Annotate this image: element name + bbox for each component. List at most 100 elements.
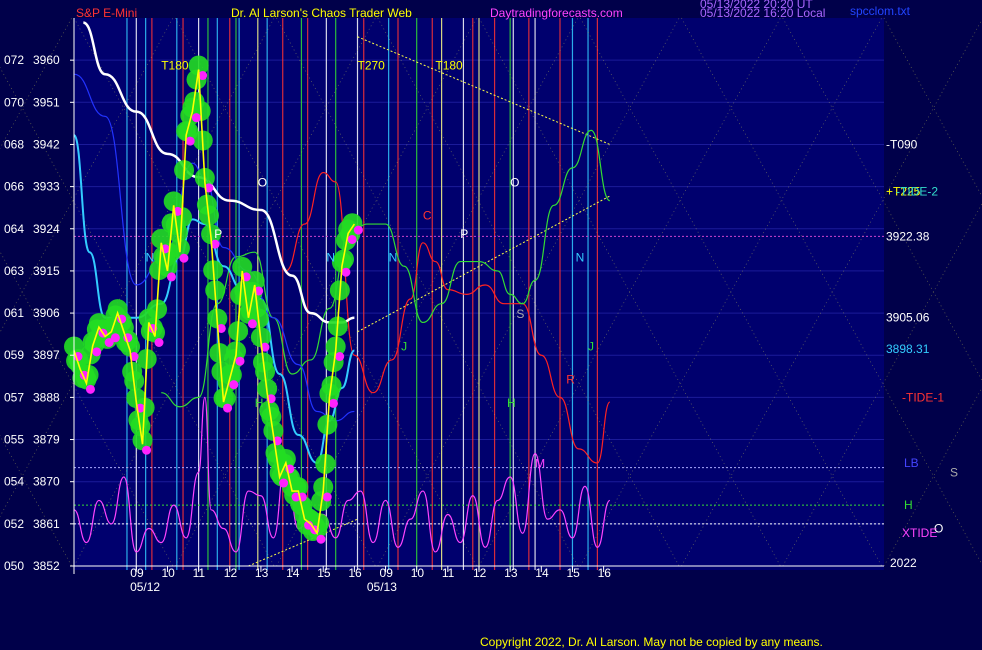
chart-letter: M [535, 457, 545, 471]
chart-letter: R [566, 372, 575, 386]
instrument-title: S&P E-Mini [76, 6, 137, 20]
x-tick-label: 09 [130, 566, 144, 580]
y-tick-label-price: 3924 [33, 222, 60, 236]
right-label: 3898.31 [886, 342, 930, 356]
magenta-dot [328, 398, 338, 408]
y-tick-label-price: 3852 [33, 559, 60, 573]
magenta-dot [335, 352, 345, 362]
y-tick-label-price: 3861 [33, 517, 60, 531]
right-label: -TIDE-2 [896, 184, 938, 198]
site-url[interactable]: Daytradingforecasts.com [490, 6, 623, 20]
x-tick-label: 10 [161, 566, 175, 580]
x-tick-label: 14 [286, 566, 300, 580]
magenta-dot [316, 534, 326, 544]
x-tick-label: 12 [224, 566, 238, 580]
magenta-dot [92, 347, 102, 357]
x-tick-label: 13 [255, 566, 269, 580]
y-tick-label-left: 068 [4, 137, 24, 151]
chart-letter: H [255, 396, 264, 410]
magenta-dot [166, 272, 176, 282]
chart-letter: N [576, 251, 585, 265]
chart-letter: N [326, 251, 335, 265]
x-tick-label: 10 [411, 566, 425, 580]
magenta-dot [247, 319, 257, 329]
magenta-dot [191, 113, 201, 123]
y-tick-label-left: 064 [4, 222, 24, 236]
right-label: LB [904, 456, 919, 470]
y-tick-label-left: 050 [4, 559, 24, 573]
magenta-dot [185, 136, 195, 146]
y-tick-label-left: 054 [4, 475, 24, 489]
right-label: -T090 [886, 137, 918, 151]
x-tick-label: 11 [193, 566, 206, 580]
magenta-dot [110, 333, 120, 343]
y-tick-label-left: 066 [4, 180, 24, 194]
chart-letter: P [214, 227, 222, 241]
chart-letter: T270 [358, 59, 386, 73]
date-label: 05/13 [367, 580, 397, 594]
y-tick-label-left: 052 [4, 517, 24, 531]
x-tick-label: 16 [348, 566, 362, 580]
year-label: 2022 [890, 556, 917, 570]
y-tick-label-left: 063 [4, 264, 24, 278]
right-label: S [950, 465, 958, 479]
x-tick-label: 15 [317, 566, 331, 580]
chart-letter: T180 [435, 59, 463, 73]
y-tick-label-price: 3870 [33, 475, 60, 489]
magenta-dot [179, 253, 189, 263]
file-name: spcclom.txt [850, 4, 911, 18]
chart-letter: J [588, 340, 594, 354]
magenta-dot [223, 403, 233, 413]
y-tick-label-price: 3942 [33, 137, 60, 151]
right-label: -TIDE-1 [902, 390, 944, 404]
chart-letter: P [460, 227, 468, 241]
chart-letter: S [516, 307, 524, 321]
y-tick-label-price: 3888 [33, 390, 60, 404]
right-label: H [904, 498, 913, 512]
site-title: Dr. Al Larson's Chaos Trader Web [231, 6, 412, 20]
x-tick-label: 13 [504, 566, 518, 580]
chart-letter: J [401, 340, 407, 354]
chart-letter: N [146, 251, 155, 265]
y-tick-label-price: 3897 [33, 348, 60, 362]
magenta-dot [347, 234, 357, 244]
magenta-dot [235, 356, 245, 366]
y-tick-label-price: 3933 [33, 180, 60, 194]
timestamp-local: 05/13/2022 16:20 Local [700, 6, 825, 20]
chart-letter: C [423, 208, 432, 222]
right-label: XTIDE [902, 526, 937, 540]
copyright-notice: Copyright 2022, Dr. Al Larson. May not b… [480, 635, 823, 649]
y-tick-label-price: 3879 [33, 433, 60, 447]
y-tick-label-price: 3960 [33, 53, 60, 67]
y-tick-label-price: 3906 [33, 306, 60, 320]
magenta-dot [154, 337, 164, 347]
chart-letter: O [510, 176, 519, 190]
chart-letter: N [389, 251, 398, 265]
x-tick-label: 12 [473, 566, 487, 580]
chart-letter: T180 [161, 59, 189, 73]
date-label: 05/12 [130, 580, 160, 594]
magenta-dot [229, 380, 239, 390]
y-tick-label-left: 072 [4, 53, 24, 67]
y-tick-label-left: 057 [4, 390, 24, 404]
magenta-dot [341, 267, 351, 277]
magenta-dot [353, 225, 363, 235]
y-tick-label-left: 070 [4, 95, 24, 109]
x-tick-label: 11 [442, 566, 455, 580]
chart-letter: H [507, 396, 516, 410]
magenta-dot [322, 492, 332, 502]
y-tick-label-left: 055 [4, 433, 24, 447]
chart-letter: O [258, 176, 267, 190]
x-tick-label: 14 [535, 566, 549, 580]
right-label: 3905.06 [886, 310, 930, 324]
magenta-dot [142, 445, 152, 455]
x-tick-label: 15 [566, 566, 580, 580]
y-tick-label-price: 3915 [33, 264, 60, 278]
magenta-dot [279, 478, 289, 488]
y-tick-label-price: 3951 [33, 95, 60, 109]
chart-svg: T180 T270 T180 O O P P C N N N N S J J R H H M 050 3852 052 3… [0, 0, 982, 650]
x-tick-label: 09 [380, 566, 394, 580]
y-tick-label-left: 061 [4, 306, 24, 320]
magenta-dot [85, 384, 95, 394]
right-label: 3922.38 [886, 229, 930, 243]
